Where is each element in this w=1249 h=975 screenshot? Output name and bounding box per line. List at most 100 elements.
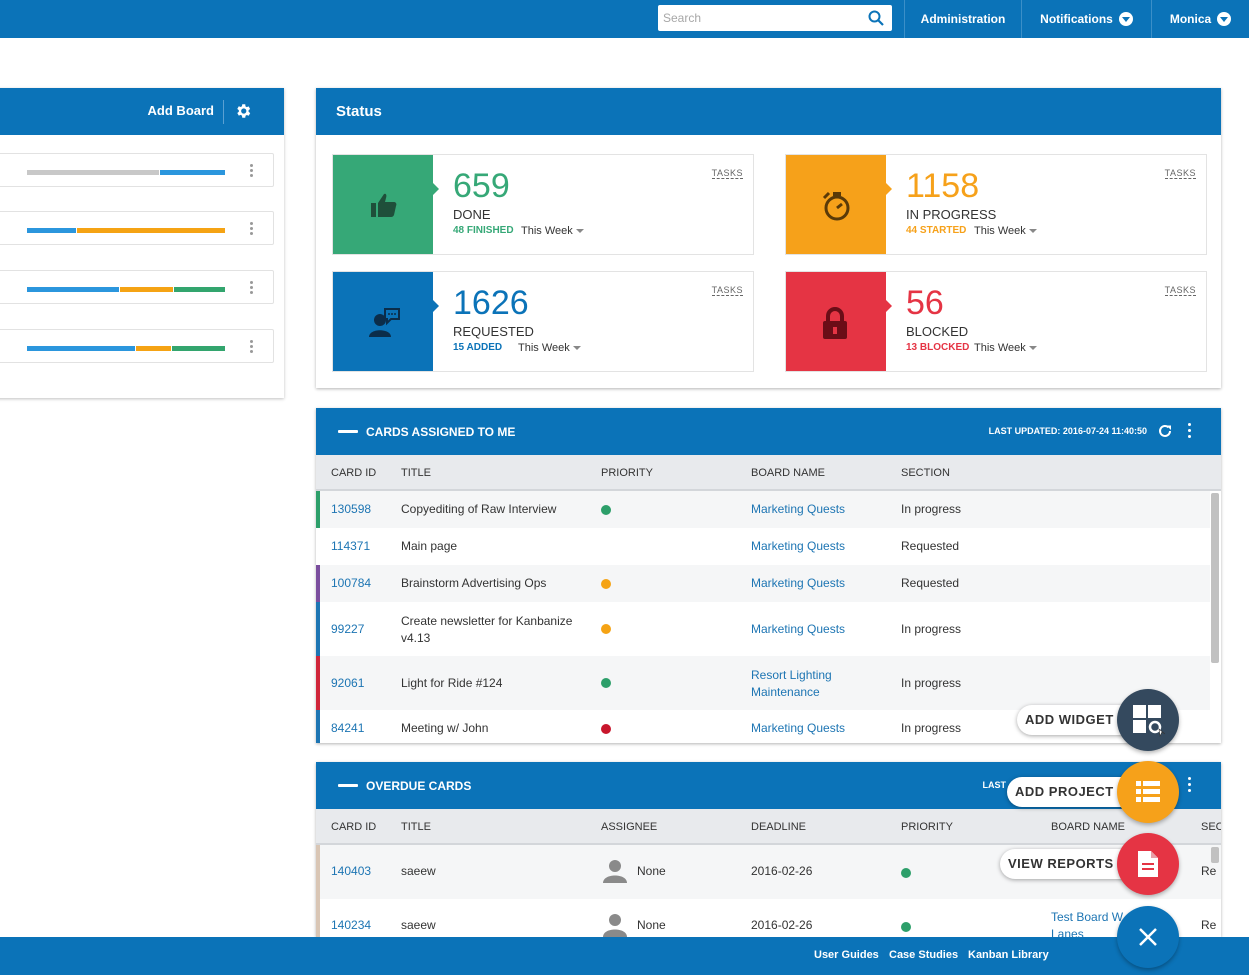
column-header[interactable]: DEADLINE [751,821,806,833]
section-value: In progress [901,502,962,516]
footer-link-user-guides[interactable]: User Guides [814,949,879,961]
add-board-button[interactable]: Add Board [148,103,214,118]
top-bar: Search Administration Notifications Moni… [0,0,1249,38]
table-row[interactable]: 130598 Copyediting of Raw Interview Market… [316,491,1210,528]
card-id-link[interactable]: 140234 [331,917,371,934]
search-box[interactable]: Search [658,5,892,31]
assignee-name: None [637,918,666,932]
period-dropdown[interactable]: This Week [974,225,1037,237]
status-count: 659 [453,167,510,205]
board-name-link[interactable]: Resort Lighting Maintenance [751,667,871,701]
section-value: Re [1201,864,1217,878]
table-row[interactable]: 140234 saeew None 2016-02-26 Test Board W La… [316,899,1221,937]
card-id-link[interactable]: 84241 [331,720,364,737]
more-options-icon[interactable] [250,222,254,237]
header-divider [223,100,224,124]
card-title[interactable]: Light for Ride #124 [401,675,581,692]
card-title[interactable]: saeew [401,917,436,934]
search-icon[interactable] [868,10,884,26]
card-title[interactable]: Main page [401,538,581,555]
table-row[interactable]: 100784 Brainstorm Advertising Ops Marketin… [316,565,1210,602]
status-card-requested: 1626 REQUESTED 15 ADDED This Week TASKS [332,271,754,372]
column-header[interactable]: PRIORITY [601,467,653,479]
column-header[interactable]: BOARD NAME [1051,821,1125,833]
collapse-icon[interactable] [338,430,358,433]
more-options-icon[interactable] [250,340,254,355]
user-menu[interactable]: Monica [1151,0,1249,38]
period-dropdown[interactable]: This Week [974,342,1037,354]
scrollbar[interactable] [1211,847,1219,863]
progress-segment [135,346,172,351]
add-widget-button[interactable] [1117,689,1179,751]
more-options-icon[interactable] [1188,423,1191,441]
column-header[interactable]: SEC [1201,821,1221,833]
notifications-menu[interactable]: Notifications [1021,0,1151,38]
row-color-stripe [316,845,320,899]
scrollbar[interactable] [1211,493,1219,663]
more-options-icon[interactable] [250,281,254,296]
refresh-icon[interactable] [1156,422,1174,440]
progress-bar [27,170,226,175]
search-input[interactable]: Search [663,11,701,25]
more-options-icon[interactable] [1188,777,1191,795]
card-title[interactable]: saeew [401,863,436,880]
footer-link-case-studies[interactable]: Case Studies [889,949,958,961]
board-row[interactable] [0,329,274,363]
table-row[interactable]: 99227 Create newsletter for Kanbanize v4.… [316,602,1210,656]
card-title[interactable]: Meeting w/ John [401,720,581,737]
period-dropdown[interactable]: This Week [518,342,581,354]
card-id-link[interactable]: 99227 [331,621,364,638]
board-name-link[interactable]: Marketing Quests [751,575,871,592]
column-header[interactable]: SECTION [901,467,950,479]
stopwatch-icon [822,191,850,221]
section-value: Requested [901,539,960,553]
overdue-cards-title: OVERDUE CARDS [366,779,472,793]
board-name-link[interactable]: Marketing Quests [751,501,871,518]
board-row[interactable] [0,270,274,304]
card-title[interactable]: Copyediting of Raw Interview [401,501,581,518]
gear-icon[interactable] [234,102,252,120]
collapse-icon[interactable] [338,784,358,787]
card-id-link[interactable]: 114371 [331,538,370,555]
close-fab-button[interactable] [1117,906,1179,968]
column-header[interactable]: CARD ID [331,821,376,833]
view-reports-button[interactable] [1117,833,1179,895]
card-title[interactable]: Brainstorm Advertising Ops [401,575,581,592]
column-header[interactable]: PRIORITY [901,821,953,833]
period-dropdown[interactable]: This Week [521,225,584,237]
status-count: 56 [906,284,944,322]
card-id-link[interactable]: 130598 [331,501,371,518]
cards-assigned-header: CARDS ASSIGNED TO ME LAST UPDATED: 2016-… [316,408,1221,455]
status-tile [786,155,892,254]
board-name-link[interactable]: Marketing Quests [751,621,871,638]
administration-link[interactable]: Administration [904,0,1021,38]
card-id-link[interactable]: 140403 [331,863,371,880]
column-header[interactable]: CARD ID [331,467,376,479]
board-name-link[interactable]: Marketing Quests [751,538,871,555]
row-color-stripe [316,602,320,656]
add-project-button[interactable] [1117,761,1179,823]
column-header[interactable]: TITLE [401,467,431,479]
more-options-icon[interactable] [250,164,254,179]
board-row[interactable] [0,153,274,187]
last-updated: LAST UPDATED: 2016-07-24 11:40:50 [988,426,1147,436]
status-tile [333,155,439,254]
status-tile [333,272,439,371]
card-title[interactable]: Create newsletter for Kanbanize v4.13 [401,613,581,647]
card-id-link[interactable]: 92061 [331,675,364,692]
footer: User Guides Case Studies Kanban Library [0,937,1249,975]
board-name-link[interactable]: Marketing Quests [751,720,871,737]
footer-link-kanban-library[interactable]: Kanban Library [968,949,1049,961]
board-row[interactable] [0,211,274,245]
column-header[interactable]: ASSIGNEE [601,821,657,833]
table-row[interactable]: 114371 Main page Marketing Quests Requested [316,528,1210,565]
card-id-link[interactable]: 100784 [331,575,371,592]
status-card-done: 659 DONE 48 FINISHED This Week TASKS [332,154,754,255]
column-header[interactable]: TITLE [401,821,431,833]
deadline-value: 2016-02-26 [751,918,813,932]
table-row[interactable]: 92061 Light for Ride #124 Resort Lighting … [316,656,1210,710]
status-label: BLOCKED [906,324,969,339]
status-card-blocked: 56 BLOCKED 13 BLOCKED This Week TASKS [785,271,1207,372]
column-header[interactable]: BOARD NAME [751,467,825,479]
tasks-label: TASKS [711,285,743,296]
